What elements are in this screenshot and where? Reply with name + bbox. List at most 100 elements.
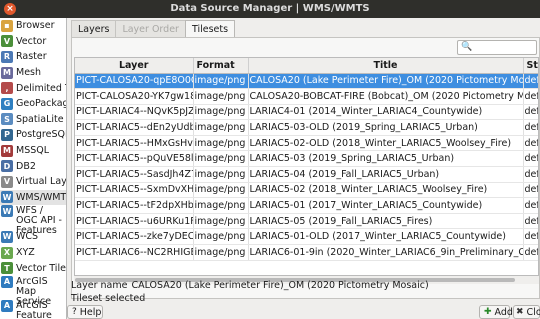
source-sidebar: ▪BrowserVVectorRRasterMMesh,Delimited Te… (0, 18, 67, 319)
sidebar-item-label: XYZ (16, 247, 35, 259)
column-header-style[interactable]: Style (523, 58, 538, 74)
add-button-label: Add (494, 306, 513, 318)
sidebar-item-postgresql[interactable]: P PostgreSQL (0, 127, 66, 143)
table-row[interactable]: PICT-LARIAC5--u6URKu1Fx3image/pngLARIAC5… (75, 213, 538, 230)
column-header-layer[interactable]: Layer (75, 58, 194, 74)
sidebar-item-label: Raster (16, 51, 47, 63)
sidebar-item-label: SpatiaLite (16, 113, 64, 125)
cell-format: image/png (193, 73, 249, 90)
wms-icon: W (1, 191, 13, 204)
mesh-icon: M (1, 66, 13, 79)
table-row[interactable]: PICT-LARIAC5--dEn2yUdbjF image/png LARIAC5… (75, 119, 538, 136)
table-row[interactable]: PICT-LARIAC5--zke7yDECp9image/pngLARIAC5… (75, 228, 538, 246)
sidebar-item-delimited-text[interactable]: ,Delimited Text (0, 80, 66, 96)
sidebar-item-raster[interactable]: R Raster (0, 49, 66, 65)
cell-title: LARIAC5-03-OLD (2019_Spring_LARIAC5_Urba… (248, 119, 524, 136)
sidebar-item-arcgis-map[interactable]: A ArcGIS Map Service (0, 275, 66, 306)
cell-style: default (523, 182, 538, 199)
sidebar-item-arcgis-feature[interactable]: AArcGIS Feature Service (0, 299, 66, 319)
table-header: Layer Format Title Style (75, 58, 538, 74)
cell-title: CALOSA20-BOBCAT-FIRE (Bobcat)_OM (2020 P… (248, 88, 524, 105)
sidebar-item-vector[interactable]: V Vector (0, 34, 66, 50)
tilesets-panel: 🔍 Layer Format Title Style PICT-CALOSA20… (71, 37, 540, 299)
sidebar-item-wms[interactable]: W WMS/WMTS (0, 189, 66, 206)
cell-style: default (523, 135, 538, 152)
column-header-format[interactable]: Format (193, 58, 249, 74)
sidebar-item-mssql[interactable]: M MSSQL (0, 143, 66, 159)
title-bar: × Data Source Manager | WMS/WMTS (0, 0, 540, 18)
arcgis-map-icon: A (1, 275, 13, 288)
help-button[interactable]: ? Help (67, 305, 103, 319)
cell-style: default (523, 73, 538, 90)
table-row[interactable]: PICT-LARIAC5--SxmDvXHvYJimage/pngLARIAC5… (75, 182, 538, 199)
close-button-label: Close (526, 306, 540, 318)
cell-format: image/png (193, 213, 249, 230)
table-row[interactable]: PICT-CALOSA20-YK7gw180pgimage/pngCALOSA2… (75, 88, 538, 105)
delimited-text-icon: , (1, 82, 13, 95)
cell-title: LARIAC5-03 (2019_Spring_LARIAC5_Urban) (248, 150, 524, 168)
sidebar-item-wfs[interactable]: W WFS / OGC API - Features (0, 205, 66, 236)
cell-style: default (523, 104, 538, 121)
search-icon: 🔍 (461, 42, 473, 52)
search-input[interactable]: 🔍 (457, 40, 537, 55)
status-text: Tileset selected (71, 293, 146, 304)
sidebar-item-vector-tile[interactable]: T Vector Tile (0, 260, 66, 276)
layer-name-label: Layer name (71, 280, 128, 291)
window-title: Data Source Manager | WMS/WMTS (170, 3, 370, 14)
sidebar-item-xyz[interactable]: X XYZ (0, 245, 66, 261)
add-icon: ✚ (484, 307, 492, 317)
wcs-icon: W (1, 230, 13, 243)
tab-layer-order: Layer Order (115, 20, 186, 38)
sidebar-item-virtual-layer[interactable]: VVirtual Layer (0, 174, 66, 190)
cell-layer: PICT-LARIAC5--SasdJh4Z71 (75, 166, 194, 183)
cell-format: image/png (193, 197, 249, 214)
cell-style: default (523, 166, 538, 183)
cell-style: default (523, 150, 538, 168)
sidebar-item-geopackage[interactable]: GGeoPackage (0, 96, 66, 112)
help-button-label: Help (79, 306, 102, 318)
tab-layers[interactable]: Layers (71, 20, 117, 38)
cell-title: LARIAC5-02 (2018_Winter_LARIAC5_Woolsey_… (248, 182, 524, 199)
table-row[interactable]: PICT-LARIAC5--HMxGsHvC6limage/pngLARIAC5… (75, 135, 538, 152)
tab-bar: Layers Layer Order Tilesets (71, 20, 236, 38)
cell-title: LARIAC5-04 (2019_Fall_LARIAC5_Urban) (248, 166, 524, 183)
layer-name-value[interactable]: CALOSA20 (Lake Perimeter Fire)_OM (2020 … (131, 280, 428, 291)
cell-style: default (523, 244, 538, 261)
tab-tilesets[interactable]: Tilesets (184, 20, 236, 38)
sidebar-item-label: Vector Tile (16, 262, 66, 274)
cell-layer: PICT-LARIAC5--zke7yDECp9 (75, 228, 194, 246)
db2-icon: D (1, 160, 13, 173)
table-row[interactable]: PICT-LARIAC5--SasdJh4Z71 image/png LARIAC5… (75, 166, 538, 183)
vector-tile-icon: T (1, 262, 13, 275)
table-row[interactable]: PICT-LARIAC5--pQuVE58lXl image/png LARIAC5… (75, 150, 538, 168)
spatialite-icon: S (1, 113, 13, 126)
geopackage-icon: G (1, 97, 13, 110)
sidebar-item-label: PostgreSQL (16, 129, 67, 141)
cell-title: CALOSA20 (Lake Perimeter Fire)_OM (2020 … (248, 73, 524, 90)
sidebar-item-spatialite[interactable]: S SpatiaLite (0, 112, 66, 128)
sidebar-item-label: WCS (16, 231, 39, 243)
cell-layer: PICT-CALOSA20-qpE8O0CSVU (75, 73, 194, 90)
table-row[interactable]: PICT-LARIAC5--tF2dpXHbsU image/png LARIAC5… (75, 197, 538, 214)
table-row[interactable]: PICT-LARIAC4--NQvK5pJZwyimage/pngLARIAC4… (75, 104, 538, 121)
xyz-icon: X (1, 246, 13, 259)
sidebar-item-label: DB2 (16, 160, 36, 172)
table-row[interactable]: PICT-CALOSA20-qpE8O0CSVUimage/pngCALOSA2… (75, 73, 538, 90)
close-icon: ✖ (516, 307, 524, 317)
cell-layer: PICT-LARIAC5--SxmDvXHvYJ (75, 182, 194, 199)
sidebar-item-mesh[interactable]: M Mesh (0, 65, 66, 81)
sidebar-item-folder[interactable]: ▪ Browser (0, 18, 66, 34)
table-row[interactable]: PICT-LARIAC6--NC2RHIGEUNimage/pngLARIAC6… (75, 244, 538, 261)
cell-title: LARIAC4-01 (2014_Winter_LARIAC4_Countywi… (248, 104, 524, 121)
folder-icon: ▪ (1, 19, 13, 32)
cell-layer: PICT-LARIAC5--HMxGsHvC6l (75, 135, 194, 152)
cell-layer: PICT-LARIAC5--pQuVE58lXl (75, 150, 194, 168)
cell-format: image/png (193, 244, 249, 261)
close-button[interactable]: ✖Close (513, 305, 540, 319)
cell-format: image/png (193, 88, 249, 105)
cell-title: LARIAC6-01-9in (2020_Winter_LARIAC6_9in_… (248, 244, 524, 261)
layer-name-row: Layer name CALOSA20 (Lake Perimeter Fire)… (71, 280, 429, 291)
column-header-title[interactable]: Title (248, 58, 524, 74)
sidebar-item-db2[interactable]: D DB2 (0, 158, 66, 174)
add-button[interactable]: ✚ Add (479, 305, 513, 319)
